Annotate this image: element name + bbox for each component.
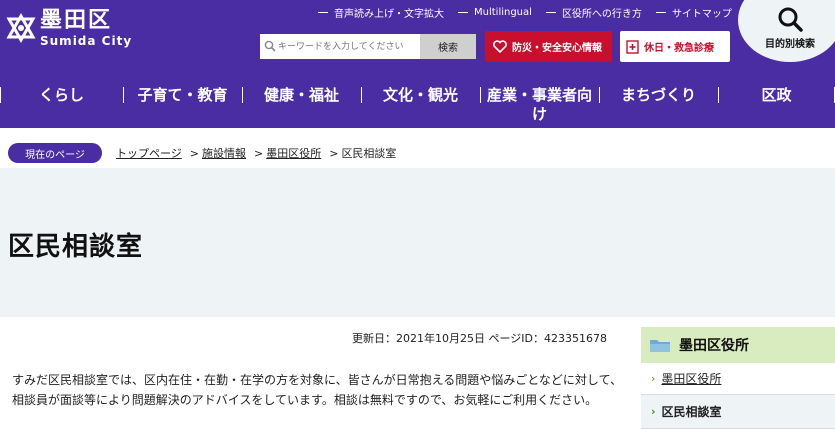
- nav-item-health-welfare[interactable]: 健康・福祉: [242, 75, 361, 123]
- nav-item-town-planning[interactable]: まちづくり: [599, 75, 718, 123]
- heart-icon: [493, 40, 507, 53]
- side-menu-title: 墨田区役所: [679, 338, 749, 354]
- page-meta: 更新日：2021年10月25日 ページID：423351678: [352, 330, 607, 346]
- nav-item-childcare-education[interactable]: 子育て・教育: [123, 75, 242, 123]
- folder-icon: [650, 340, 670, 352]
- purpose-search-button[interactable]: 目的別検索: [738, 0, 835, 62]
- search-input[interactable]: [260, 34, 420, 59]
- utility-link-multilingual[interactable]: Multilingual: [458, 5, 532, 20]
- updated-date: 更新日：2021年10月25日: [352, 332, 485, 345]
- hospital-icon: [626, 39, 639, 54]
- disaster-info-button[interactable]: 防災・安全安心情報: [485, 31, 612, 62]
- site-subtitle: Sumida City: [40, 34, 133, 48]
- site-header: 墨田区 Sumida City 音声読み上げ・文字拡大 Multilingual…: [0, 0, 835, 128]
- breadcrumb-separator: >: [254, 146, 264, 160]
- utility-links: 音声読み上げ・文字拡大 Multilingual 区役所への行き方 サイトマップ: [318, 5, 732, 20]
- side-menu-item-label: 墨田区役所: [661, 372, 722, 386]
- breadcrumb: 現在のページ トップページ > 施設情報 > 墨田区役所 > 区民相談室: [0, 140, 835, 166]
- nav-item-administration[interactable]: 区政: [718, 75, 835, 123]
- site-title: 墨田区: [40, 8, 113, 33]
- breadcrumb-link-facilities[interactable]: 施設情報: [202, 145, 246, 161]
- search-icon: [264, 40, 276, 52]
- site-search: 検索: [260, 34, 476, 59]
- nav-item-life[interactable]: くらし: [0, 75, 123, 123]
- breadcrumb-current: 区民相談室: [341, 147, 397, 160]
- side-menu-heading: 墨田区役所: [641, 327, 835, 363]
- side-menu: 墨田区役所 › 墨田区役所 › 区民相談室: [641, 327, 835, 436]
- site-logo[interactable]: 墨田区 Sumida City: [6, 8, 132, 48]
- page-id: ページID：423351678: [488, 332, 607, 345]
- breadcrumb-link-city-office[interactable]: 墨田区役所: [266, 145, 321, 161]
- side-menu-item-consultation[interactable]: › 区民相談室: [641, 395, 835, 429]
- breadcrumb-separator: >: [189, 146, 199, 160]
- holiday-clinic-button[interactable]: 休日・救急診療: [620, 31, 730, 62]
- utility-link-access[interactable]: 区役所への行き方: [546, 5, 642, 20]
- utility-link-sitemap[interactable]: サイトマップ: [656, 5, 732, 20]
- breadcrumb-separator: >: [329, 146, 339, 160]
- page-body-text: すみだ区民相談室では、区内在住・在勤・在学の方を対象に、皆さんが日常抱える問題や…: [12, 373, 622, 407]
- chevron-right-icon: ›: [651, 405, 656, 418]
- city-emblem-icon: [6, 13, 36, 43]
- purpose-search-label: 目的別検索: [765, 39, 815, 50]
- disaster-info-label: 防災・安全安心情報: [512, 43, 602, 54]
- page-title: 区民相談室: [8, 232, 144, 262]
- utility-link-accessibility[interactable]: 音声読み上げ・文字拡大: [318, 5, 444, 20]
- side-menu-item-label: 区民相談室: [661, 405, 722, 419]
- side-menu-item-city-office[interactable]: › 墨田区役所: [641, 363, 835, 395]
- chevron-right-icon: ›: [651, 372, 656, 385]
- current-page-badge: 現在のページ: [8, 143, 102, 163]
- search-button[interactable]: 検索: [420, 34, 476, 59]
- holiday-clinic-label: 休日・救急診療: [644, 43, 714, 54]
- nav-item-industry-business[interactable]: 産業・事業者向け: [480, 75, 599, 123]
- global-nav: くらし 子育て・教育 健康・福祉 文化・観光 産業・事業者向け まちづくり 区政: [0, 75, 835, 123]
- nav-item-culture-tourism[interactable]: 文化・観光: [361, 75, 480, 123]
- magnifier-icon: [778, 7, 803, 32]
- breadcrumb-link-top[interactable]: トップページ: [116, 145, 182, 161]
